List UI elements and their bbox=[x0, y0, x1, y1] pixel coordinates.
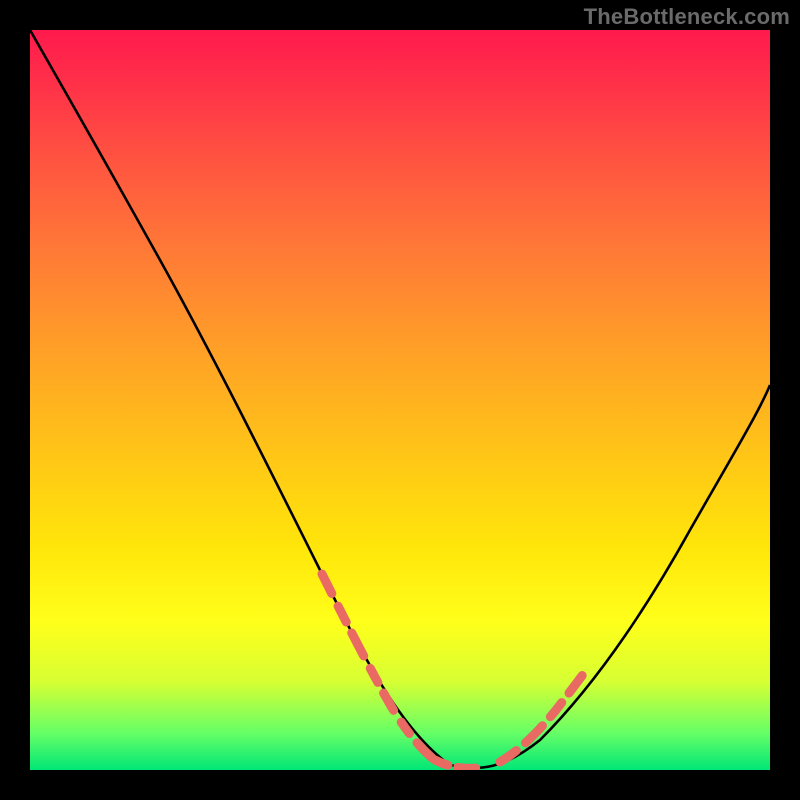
plot-area bbox=[30, 30, 770, 770]
watermark-text: TheBottleneck.com bbox=[584, 4, 790, 30]
chart-frame: TheBottleneck.com bbox=[0, 0, 800, 800]
bottleneck-curve-svg bbox=[30, 30, 770, 770]
bottleneck-curve bbox=[30, 30, 770, 768]
dash-overlay-right bbox=[500, 662, 592, 762]
dash-overlay-floor bbox=[435, 760, 485, 768]
dash-overlay-left bbox=[322, 574, 432, 758]
